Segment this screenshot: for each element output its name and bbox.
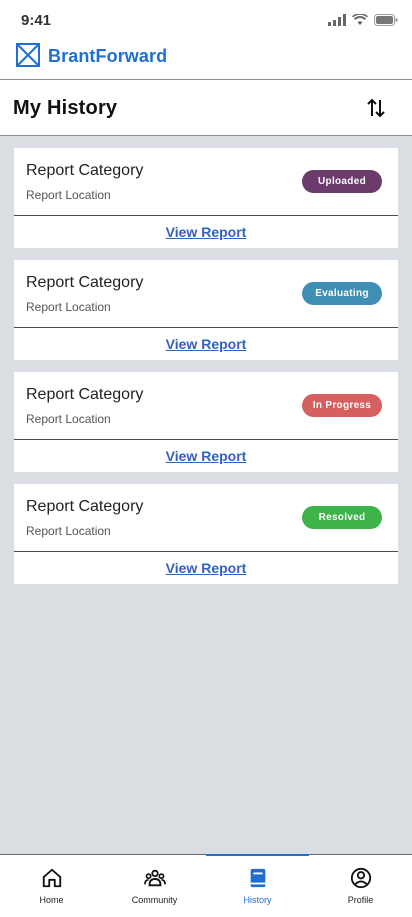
battery-icon [374, 14, 398, 26]
report-card: Report Category Report Location Evaluati… [14, 260, 398, 360]
report-category: Report Category [26, 498, 144, 515]
tab-home[interactable]: Home [0, 855, 103, 917]
status-badge: Evaluating [302, 282, 382, 305]
page-header: My History [0, 80, 412, 136]
report-location: Report Location [26, 524, 111, 538]
view-report-link[interactable]: View Report [14, 560, 398, 576]
report-card: Report Category Report Location Resolved… [14, 484, 398, 584]
brand-name: BrantForward [48, 46, 168, 66]
view-report-link[interactable]: View Report [14, 336, 398, 352]
report-list: Report Category Report Location Uploaded… [14, 148, 398, 596]
report-category: Report Category [26, 274, 144, 291]
status-icons [328, 14, 398, 26]
report-card-body: Report Category Report Location Evaluati… [14, 260, 398, 328]
tab-label: Community [131, 895, 178, 905]
report-location: Report Location [26, 412, 111, 426]
status-time: 9:41 [21, 12, 52, 29]
signal-icon [328, 14, 346, 26]
page-title: My History [13, 97, 118, 119]
bottom-tab-bar: Home Community History Profile [0, 854, 412, 917]
report-card: Report Category Report Location In Progr… [14, 372, 398, 472]
status-badge: In Progress [302, 394, 382, 417]
report-card-body: Report Category Report Location In Progr… [14, 372, 398, 440]
report-location: Report Location [26, 188, 111, 202]
view-report-link[interactable]: View Report [14, 224, 398, 240]
community-icon [143, 869, 166, 887]
view-report-link[interactable]: View Report [14, 448, 398, 464]
tab-history[interactable]: History [206, 854, 309, 917]
report-card: Report Category Report Location Uploaded… [14, 148, 398, 248]
report-card-body: Report Category Report Location Resolved [14, 484, 398, 552]
wifi-icon [352, 14, 368, 25]
report-category: Report Category [26, 386, 144, 403]
report-card-body: Report Category Report Location Uploaded [14, 148, 398, 216]
brand-bar: BrantForward [0, 38, 412, 80]
status-badge: Uploaded [302, 170, 382, 193]
tab-label: History [243, 895, 272, 905]
home-icon [42, 868, 61, 888]
tab-label: Home [39, 895, 64, 905]
tab-label: Profile [347, 895, 374, 905]
book-icon [250, 868, 265, 888]
tab-profile[interactable]: Profile [309, 855, 412, 917]
status-badge: Resolved [302, 506, 382, 529]
report-location: Report Location [26, 300, 111, 314]
status-bar: 9:41 [0, 0, 412, 38]
user-icon [350, 867, 371, 889]
sort-arrows-icon[interactable] [364, 96, 388, 120]
brand-logo-icon [16, 43, 40, 67]
tab-community[interactable]: Community [103, 855, 206, 917]
report-category: Report Category [26, 162, 144, 179]
